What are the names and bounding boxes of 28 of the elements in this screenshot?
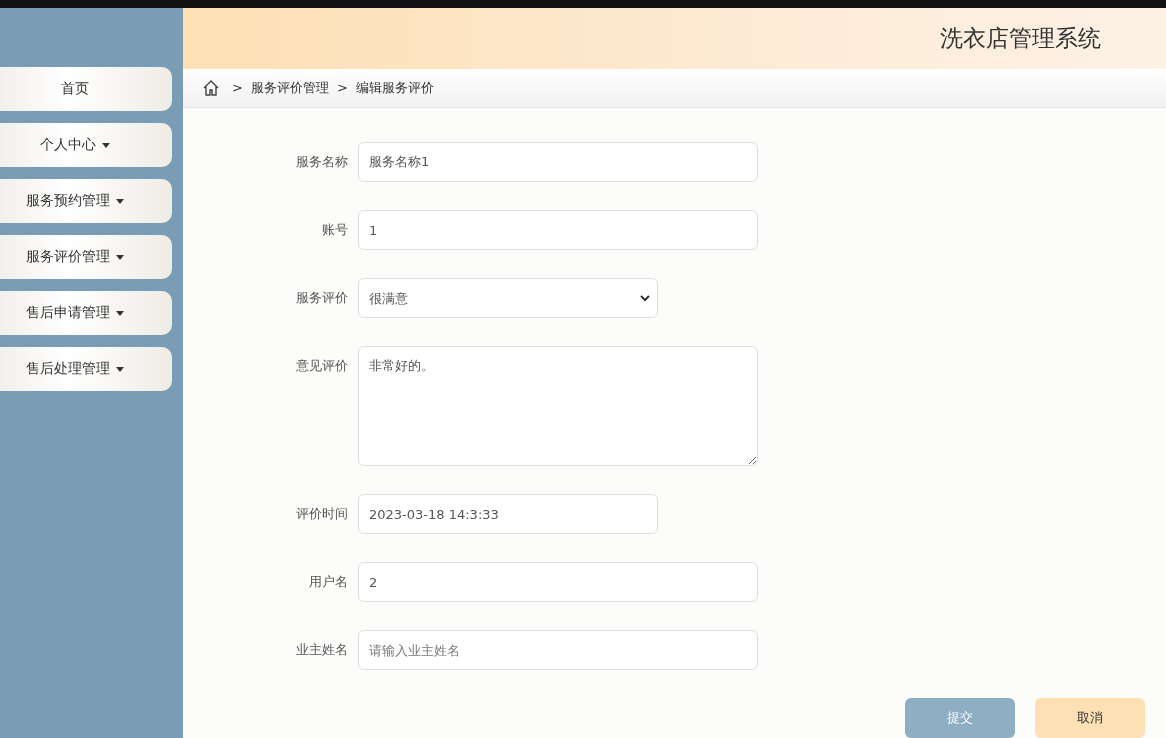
- field-label: 账号: [322, 221, 348, 239]
- sidebar-item[interactable]: 服务预约管理: [0, 179, 172, 223]
- cancel-button[interactable]: 取消: [1035, 698, 1145, 738]
- sidebar-item[interactable]: 个人中心: [0, 123, 172, 167]
- breadcrumb-item[interactable]: 服务评价管理: [250, 78, 329, 97]
- field-label: 评价时间: [296, 505, 348, 523]
- field-label: 意见评价: [296, 357, 348, 375]
- input-field[interactable]: 2023-03-18 14:3:33: [358, 494, 658, 534]
- breadcrumb-item[interactable]: 编辑服务评价: [355, 78, 434, 97]
- home-icon[interactable]: [202, 78, 220, 97]
- field-label: 服务评价: [296, 289, 348, 307]
- sidebar-item[interactable]: 售后申请管理: [0, 291, 172, 335]
- app-title: 洗衣店管理系统: [940, 23, 1101, 53]
- breadcrumb-separator: >: [232, 80, 243, 96]
- textarea-field[interactable]: 非常好的。: [358, 346, 758, 466]
- sidebar-item[interactable]: 首页: [0, 67, 172, 111]
- field-label: 业主姓名: [296, 641, 348, 659]
- input-field[interactable]: 请输入业主姓名: [358, 630, 758, 670]
- sidebar-item[interactable]: 售后处理管理: [0, 347, 172, 391]
- input-field[interactable]: 服务名称1: [358, 142, 758, 182]
- select-field[interactable]: 很满意: [358, 278, 658, 318]
- breadcrumb-separator: >: [336, 80, 348, 96]
- chevron-icon: [640, 293, 650, 303]
- field-label: 服务名称: [296, 153, 348, 171]
- field-label: 用户名: [309, 573, 348, 591]
- input-field[interactable]: 1: [358, 210, 758, 250]
- sidebar-item[interactable]: 服务评价管理: [0, 235, 172, 279]
- input-field[interactable]: 2: [358, 562, 758, 602]
